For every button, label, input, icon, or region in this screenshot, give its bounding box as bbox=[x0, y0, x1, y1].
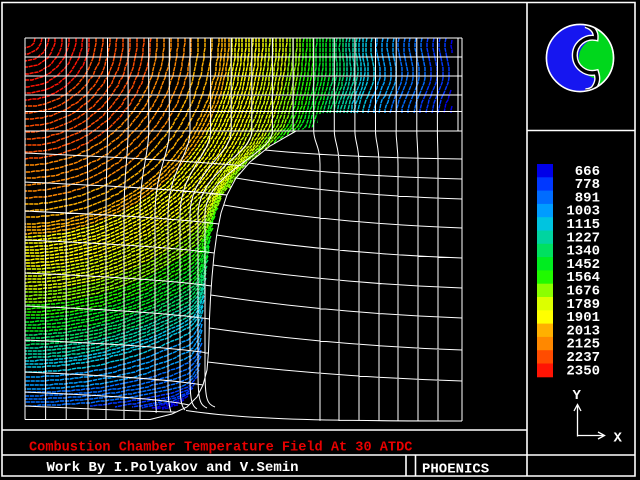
svg-text:Combustion Chamber Temperature: Combustion Chamber Temperature Field At … bbox=[29, 441, 412, 456]
svg-text:Y: Y bbox=[573, 388, 582, 404]
svg-text:2350: 2350 bbox=[566, 363, 600, 379]
svg-text:PHOENICS: PHOENICS bbox=[422, 462, 489, 478]
svg-text:Work By I.Polyakov and V.Semin: Work By I.Polyakov and V.Semin bbox=[47, 460, 299, 476]
svg-text:X: X bbox=[614, 431, 623, 447]
